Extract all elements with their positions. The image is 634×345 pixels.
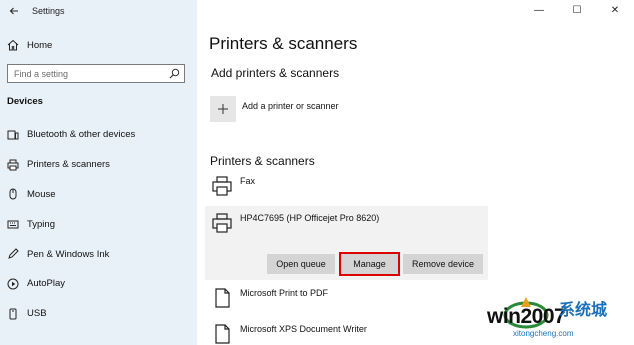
remove-device-button[interactable]: Remove device xyxy=(403,254,483,274)
printer-name: HP4C7695 (HP Officejet Pro 8620) xyxy=(240,213,380,223)
app-title: Settings xyxy=(32,6,65,16)
printer-item-fax[interactable]: Fax xyxy=(205,174,255,198)
home-icon xyxy=(7,39,19,51)
sidebar-item-label: USB xyxy=(27,308,47,320)
printer-name: Fax xyxy=(240,176,256,186)
printer-name: Microsoft Print to PDF xyxy=(240,288,329,298)
sidebar-item-label: Typing xyxy=(27,218,55,230)
sidebar-item-label: AutoPlay xyxy=(27,278,66,290)
sidebar-item-label: Bluetooth & other devices xyxy=(27,129,136,141)
section-heading-devices: Devices xyxy=(7,96,43,107)
minimize-button[interactable]: — xyxy=(520,0,558,20)
sidebar-item-label: Mouse xyxy=(27,188,56,200)
maximize-button[interactable]: ☐ xyxy=(558,0,596,20)
window-controls: — ☐ ✕ xyxy=(520,0,634,20)
watermark-cn-text: 系统城 xyxy=(559,302,608,319)
sidebar-item-mouse[interactable]: Mouse xyxy=(0,180,197,210)
printer-name: Microsoft XPS Document Writer xyxy=(240,324,367,334)
watermark-sub-text: xitongcheng.com xyxy=(513,329,574,338)
printer-icon xyxy=(7,159,19,171)
document-icon xyxy=(210,286,234,310)
arrow-left-icon xyxy=(9,7,18,15)
search-placeholder: Find a setting xyxy=(14,68,69,79)
sidebar-item-home[interactable]: Home xyxy=(0,35,197,55)
sidebar-item-usb[interactable]: USB xyxy=(0,299,197,329)
sidebar-item-printers[interactable]: Printers & scanners xyxy=(0,150,197,180)
printer-item-print-to-pdf[interactable]: Microsoft Print to PDF xyxy=(205,286,328,310)
bluetooth-devices-icon xyxy=(7,129,19,141)
watermark: win2007 系统城 xitongcheng.com xyxy=(473,297,633,341)
sidebar-item-pen[interactable]: Pen & Windows Ink xyxy=(0,239,197,269)
printer-icon xyxy=(210,174,234,198)
plus-icon xyxy=(210,96,236,122)
printers-list-title: Printers & scanners xyxy=(210,154,315,168)
keyboard-icon xyxy=(7,218,19,230)
pen-icon xyxy=(7,248,19,260)
close-button[interactable]: ✕ xyxy=(596,0,634,20)
open-queue-button[interactable]: Open queue xyxy=(267,254,335,274)
back-button[interactable] xyxy=(0,0,28,22)
page-title: Printers & scanners xyxy=(209,34,358,53)
search-input[interactable]: Find a setting xyxy=(7,64,185,83)
document-icon xyxy=(210,322,234,345)
sidebar-item-typing[interactable]: Typing xyxy=(0,209,197,239)
add-printer-label: Add a printer or scanner xyxy=(242,101,339,111)
watermark-logo-icon xyxy=(503,297,549,329)
sidebar-item-bluetooth[interactable]: Bluetooth & other devices xyxy=(0,120,197,150)
printer-item-xps-writer[interactable]: Microsoft XPS Document Writer xyxy=(205,322,367,345)
add-printer-button[interactable]: Add a printer or scanner xyxy=(210,96,339,122)
sidebar-item-label: Printers & scanners xyxy=(27,159,110,171)
sidebar-item-label: Pen & Windows Ink xyxy=(27,248,110,260)
usb-icon xyxy=(7,308,19,320)
home-label: Home xyxy=(27,39,53,51)
sidebar-nav: Bluetooth & other devices Printers & sca… xyxy=(0,120,197,329)
watermark-main-text: win2007 xyxy=(487,305,566,328)
sidebar-item-autoplay[interactable]: AutoPlay xyxy=(0,269,197,299)
add-section-title: Add printers & scanners xyxy=(211,66,340,80)
title-bar: Settings xyxy=(0,0,197,22)
mouse-icon xyxy=(7,188,19,200)
sidebar: Settings Home Find a setting Devices Blu… xyxy=(0,0,197,345)
autoplay-icon xyxy=(7,278,19,290)
printer-item-hp[interactable]: HP4C7695 (HP Officejet Pro 8620) xyxy=(205,211,379,235)
search-icon[interactable] xyxy=(167,67,181,81)
manage-button[interactable]: Manage xyxy=(339,252,400,276)
printer-icon xyxy=(210,211,234,235)
